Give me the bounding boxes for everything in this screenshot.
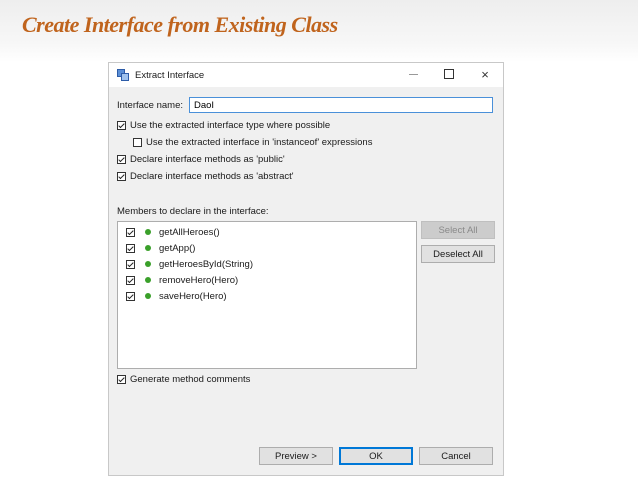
option-label: Declare interface methods as 'abstract' xyxy=(130,171,294,182)
close-button[interactable]: × xyxy=(473,66,497,84)
public-method-icon xyxy=(145,229,151,236)
option-use-extracted-type[interactable]: Use the extracted interface type where p… xyxy=(117,120,330,131)
list-item[interactable]: getHeroesById(String) xyxy=(126,259,253,273)
member-checkbox[interactable] xyxy=(126,259,135,269)
close-icon: × xyxy=(481,67,489,82)
ok-button[interactable]: OK xyxy=(339,447,413,465)
member-label: getApp() xyxy=(159,243,196,254)
option-checkbox[interactable] xyxy=(117,171,126,181)
option-declare-public[interactable]: Declare interface methods as 'public' xyxy=(117,154,285,165)
option-use-in-instanceof[interactable]: Use the extracted interface in 'instance… xyxy=(133,137,372,148)
public-method-icon xyxy=(145,245,151,252)
member-checkbox[interactable] xyxy=(126,291,135,301)
generate-comments-checkbox[interactable] xyxy=(117,374,126,384)
member-checkbox[interactable] xyxy=(126,243,135,253)
option-declare-abstract[interactable]: Declare interface methods as 'abstract' xyxy=(117,171,294,182)
select-all-button[interactable]: Select All xyxy=(421,221,495,239)
list-item[interactable]: getAllHeroes() xyxy=(126,227,220,241)
option-generate-comments[interactable]: Generate method comments xyxy=(117,374,250,385)
list-item[interactable]: saveHero(Hero) xyxy=(126,291,227,305)
generate-comments-label: Generate method comments xyxy=(130,374,251,385)
list-item[interactable]: removeHero(Hero) xyxy=(126,275,238,289)
deselect-all-button[interactable]: Deselect All xyxy=(421,245,495,263)
title-bar: Extract Interface × xyxy=(109,63,503,87)
minimize-button[interactable] xyxy=(401,66,425,84)
option-label: Use the extracted interface in 'instance… xyxy=(146,137,373,148)
members-label: Members to declare in the interface: xyxy=(117,206,269,217)
option-label: Use the extracted interface type where p… xyxy=(130,120,331,131)
maximize-icon xyxy=(444,69,454,80)
cancel-button[interactable]: Cancel xyxy=(419,447,493,465)
interface-name-label: Interface name: xyxy=(117,100,184,111)
member-label: getHeroesById(String) xyxy=(159,259,253,270)
public-method-icon xyxy=(145,277,151,284)
interface-name-input[interactable] xyxy=(189,97,493,113)
minimize-icon xyxy=(408,73,418,75)
public-method-icon xyxy=(145,261,151,268)
members-list[interactable]: getAllHeroes() getApp() getHeroesById(St… xyxy=(117,221,417,369)
maximize-button[interactable] xyxy=(437,66,461,84)
member-label: removeHero(Hero) xyxy=(159,275,239,286)
member-checkbox[interactable] xyxy=(126,227,135,237)
extract-interface-icon xyxy=(117,69,129,81)
member-label: saveHero(Hero) xyxy=(159,291,227,302)
preview-button[interactable]: Preview > xyxy=(259,447,333,465)
option-label: Declare interface methods as 'public' xyxy=(130,154,285,165)
slide-title: Create Interface from Existing Class xyxy=(22,12,338,37)
option-checkbox[interactable] xyxy=(117,120,126,130)
member-label: getAllHeroes() xyxy=(159,227,220,238)
option-checkbox[interactable] xyxy=(117,154,126,164)
list-item[interactable]: getApp() xyxy=(126,243,195,257)
public-method-icon xyxy=(145,293,151,300)
extract-interface-dialog: Extract Interface × Interface name: Use … xyxy=(108,62,504,476)
window-title: Extract Interface xyxy=(135,70,205,81)
member-checkbox[interactable] xyxy=(126,275,135,285)
option-checkbox[interactable] xyxy=(133,137,142,147)
